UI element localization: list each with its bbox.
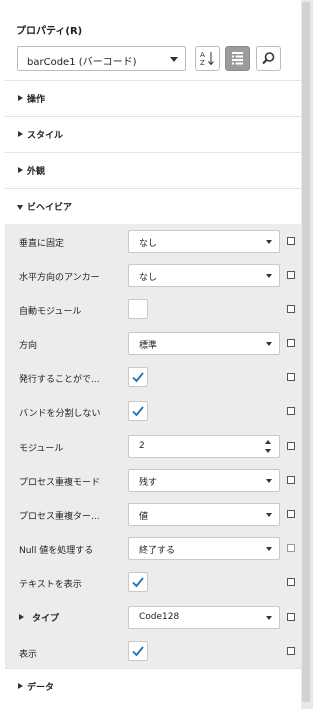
property-dropdown[interactable]: Code128 [128, 606, 280, 629]
property-dropdown[interactable]: 値 [128, 503, 280, 526]
property-option-box[interactable] [287, 339, 295, 347]
dropdown-value: Code128 [139, 612, 180, 622]
section-label: ビヘイビア [27, 203, 73, 213]
property-label: 発行することがで... [19, 375, 100, 385]
section-data[interactable]: データ [5, 668, 301, 704]
section-label: データ [27, 683, 55, 693]
property-label: Null 値を処理する [19, 546, 94, 556]
property-dropdown[interactable]: なし [128, 230, 280, 253]
dropdown-value: 終了する [139, 546, 176, 556]
dropdown-value: なし [139, 273, 158, 283]
chevron-down-icon [170, 57, 178, 62]
property-option-box[interactable] [287, 647, 295, 655]
section-operation[interactable]: 操作 [5, 80, 301, 116]
property-checkbox[interactable] [128, 367, 148, 387]
categorized-icon [232, 52, 243, 65]
spin-up-icon[interactable] [265, 440, 271, 444]
section-label: 操作 [27, 95, 46, 105]
categorized-view-button[interactable] [225, 46, 250, 71]
section-label: スタイル [27, 131, 64, 141]
property-label: 方向 [19, 341, 38, 351]
section-behavior[interactable]: ビヘイビア [5, 188, 301, 224]
section-appearance[interactable]: 外観 [5, 152, 301, 188]
expand-triangle-icon [19, 614, 24, 620]
property-option-box[interactable] [287, 578, 295, 586]
chevron-down-icon [266, 513, 272, 517]
property-checkbox[interactable] [128, 299, 148, 319]
property-option-box[interactable] [287, 442, 295, 450]
svg-text:Z: Z [200, 59, 205, 67]
spinner-value: 2 [139, 441, 145, 451]
module-spinner[interactable]: 2 [128, 435, 280, 458]
expand-triangle-icon [18, 95, 23, 101]
property-option-box[interactable] [287, 510, 295, 518]
property-option-box[interactable] [287, 544, 295, 552]
property-label-expandable[interactable]: タイプ [19, 611, 59, 624]
checkmark-icon [132, 646, 144, 657]
property-option-box[interactable] [287, 613, 295, 621]
section-label: 外観 [27, 167, 46, 177]
search-icon [262, 52, 275, 65]
property-label: タイプ [32, 614, 60, 624]
property-dropdown[interactable]: 終了する [128, 537, 280, 560]
section-style[interactable]: スタイル [5, 116, 301, 152]
object-selector[interactable]: barCode1 (バーコード) [17, 46, 186, 71]
checkmark-icon [132, 577, 144, 588]
property-checkbox[interactable] [128, 572, 148, 592]
panel-title: プロパティ(R) [16, 26, 83, 37]
object-selector-value: barCode1 (バーコード) [27, 57, 137, 68]
property-checkbox[interactable] [128, 641, 148, 661]
property-option-box[interactable] [287, 271, 295, 279]
property-option-box[interactable] [287, 476, 295, 484]
property-label: モジュール [19, 444, 64, 454]
dropdown-value: 値 [139, 512, 149, 522]
scrollbar-thumb[interactable] [302, 2, 310, 702]
property-label: 自動モジュール [19, 307, 82, 317]
property-option-box[interactable] [287, 237, 295, 245]
chevron-down-icon [266, 479, 272, 483]
property-option-box[interactable] [287, 305, 295, 313]
property-dropdown[interactable]: なし [128, 264, 280, 287]
sort-az-icon: A Z [200, 51, 214, 67]
chevron-down-icon [266, 616, 272, 620]
dropdown-value: 残す [139, 478, 158, 488]
sort-alphabetical-button[interactable]: A Z [195, 46, 220, 71]
dropdown-value: なし [139, 239, 158, 249]
expand-triangle-icon [18, 167, 23, 173]
property-dropdown[interactable]: 標準 [128, 332, 280, 355]
checkmark-icon [132, 372, 144, 383]
property-label: バンドを分割しない [19, 409, 101, 419]
property-option-box[interactable] [287, 373, 295, 381]
property-label: 表示 [19, 650, 38, 660]
property-label: プロセス重複モード [19, 478, 101, 488]
collapse-triangle-icon [17, 205, 23, 210]
property-label: 垂直に固定 [19, 239, 65, 249]
chevron-down-icon [266, 342, 272, 346]
chevron-down-icon [266, 240, 272, 244]
dropdown-value: 標準 [139, 341, 158, 351]
chevron-down-icon [266, 547, 272, 551]
chevron-down-icon [266, 274, 272, 278]
expand-triangle-icon [18, 683, 23, 689]
property-checkbox[interactable] [128, 401, 148, 421]
property-dropdown[interactable]: 残す [128, 469, 280, 492]
property-option-box[interactable] [287, 407, 295, 415]
expand-triangle-icon [18, 131, 23, 137]
checkmark-icon [132, 406, 144, 417]
property-label: 水平方向のアンカー [19, 273, 100, 283]
property-label: テキストを表示 [19, 580, 82, 590]
spin-down-icon[interactable] [265, 449, 271, 453]
property-label: プロセス重複ター... [19, 512, 100, 522]
search-button[interactable] [256, 46, 281, 71]
svg-text:A: A [200, 51, 205, 59]
